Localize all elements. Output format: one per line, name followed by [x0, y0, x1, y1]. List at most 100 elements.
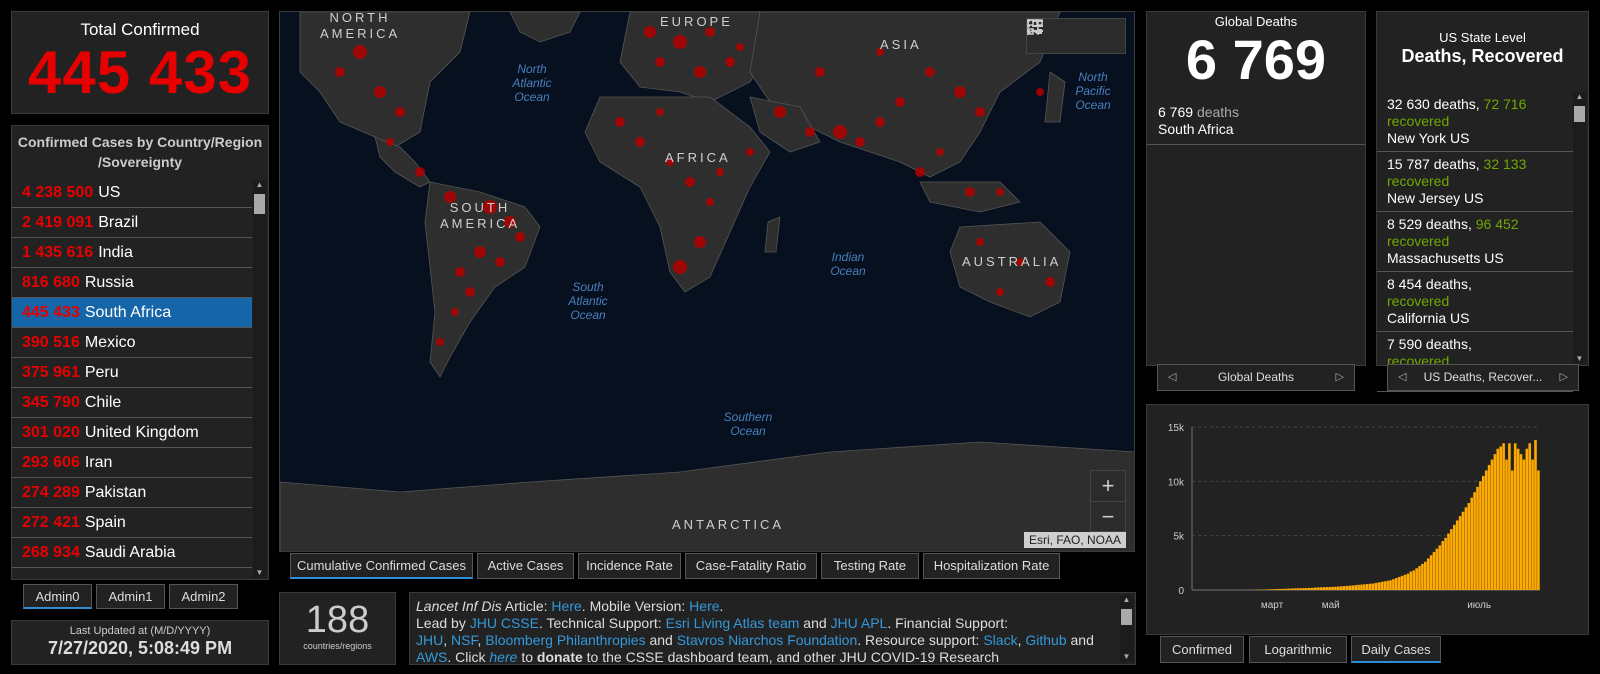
country-row[interactable]: 2 419 091 Brazil [12, 208, 252, 238]
case-marker[interactable] [805, 127, 815, 137]
scroll-thumb[interactable] [1574, 106, 1585, 122]
country-row[interactable]: 4 238 500 US [12, 178, 252, 208]
esri-link[interactable]: Esri Living Atlas team [666, 615, 800, 631]
case-marker[interactable] [644, 26, 656, 38]
case-marker[interactable] [673, 260, 687, 274]
case-marker[interactable] [915, 167, 925, 177]
case-marker[interactable] [335, 67, 345, 77]
tab-hospitalization-rate[interactable]: Hospitalization Rate [923, 553, 1060, 579]
aws-link[interactable]: AWS [416, 649, 447, 665]
daily-cases-chart[interactable]: 0 5k 10k 15k март май июль [1146, 404, 1589, 635]
case-marker[interactable] [694, 236, 706, 248]
tab-case-fatality-ratio[interactable]: Case-Fatality Ratio [685, 553, 817, 579]
case-marker[interactable] [965, 187, 975, 197]
case-marker[interactable] [736, 43, 744, 51]
case-marker[interactable] [374, 86, 386, 98]
case-marker[interactable] [706, 198, 714, 206]
tab-incidence-rate[interactable]: Incidence Rate [578, 553, 681, 579]
case-marker[interactable] [1045, 277, 1055, 287]
tab-admin1[interactable]: Admin1 [96, 584, 165, 609]
case-marker[interactable] [815, 67, 825, 77]
scroll-up-icon[interactable]: ▲ [1120, 595, 1133, 605]
case-marker[interactable] [875, 117, 885, 127]
country-row[interactable]: 272 421 Spain [12, 508, 252, 538]
bloomberg-link[interactable]: Bloomberg Philanthropies [485, 632, 645, 648]
country-list-scrollbar[interactable]: ▲ ▼ [253, 180, 266, 578]
case-marker[interactable] [694, 66, 706, 78]
case-marker[interactable] [895, 97, 905, 107]
case-marker[interactable] [415, 167, 425, 177]
scroll-thumb[interactable] [254, 194, 265, 214]
case-marker[interactable] [656, 108, 664, 116]
case-marker[interactable] [996, 288, 1004, 296]
case-marker[interactable] [474, 246, 486, 258]
case-marker[interactable] [673, 35, 687, 49]
case-marker[interactable] [495, 257, 505, 267]
jhu-csse-link[interactable]: JHU CSSE [470, 615, 539, 631]
case-marker[interactable] [685, 177, 695, 187]
us-state-scrollbar[interactable]: ▲ ▼ [1573, 92, 1586, 364]
case-marker[interactable] [386, 138, 394, 146]
country-row[interactable]: 1 435 616 India [12, 238, 252, 268]
zoom-out-button[interactable]: − [1091, 502, 1125, 532]
case-marker[interactable] [954, 86, 966, 98]
tab-active-cases[interactable]: Active Cases [477, 553, 574, 579]
scroll-up-icon[interactable]: ▲ [253, 180, 266, 190]
case-marker[interactable] [515, 232, 525, 242]
case-marker[interactable] [395, 107, 405, 117]
scroll-down-icon[interactable]: ▼ [253, 568, 266, 578]
scroll-down-icon[interactable]: ▼ [1573, 354, 1586, 364]
tab-daily-cases[interactable]: Daily Cases [1351, 636, 1441, 663]
github-link[interactable]: Github [1025, 632, 1066, 648]
tab-admin2[interactable]: Admin2 [169, 584, 238, 609]
country-row[interactable]: 375 961 Peru [12, 358, 252, 388]
us-state-row[interactable]: 15 787 deaths, 32 133 recovered New Jersey… [1377, 152, 1573, 212]
stavros-link[interactable]: Stavros Niarchos Foundation [677, 632, 858, 648]
country-row[interactable]: 390 516 Mexico [12, 328, 252, 358]
case-marker[interactable] [833, 125, 847, 139]
slack-link[interactable]: Slack [983, 632, 1017, 648]
tab-cumulative-confirmed[interactable]: Cumulative Confirmed Cases [290, 553, 473, 579]
case-marker[interactable] [635, 137, 645, 147]
case-marker[interactable] [996, 188, 1004, 196]
country-row[interactable]: 293 606 Iran [12, 448, 252, 478]
scroll-up-icon[interactable]: ▲ [1573, 92, 1586, 102]
next-arrow-icon[interactable]: ▷ [1560, 365, 1568, 390]
nsf-link[interactable]: NSF [451, 632, 477, 648]
country-row[interactable]: 445 433 South Africa [12, 298, 252, 328]
case-marker[interactable] [746, 148, 754, 156]
tab-admin0[interactable]: Admin0 [23, 584, 92, 609]
country-row[interactable]: 816 680 Russia [12, 268, 252, 298]
us-state-row[interactable]: 8 454 deaths, recovered California US [1377, 272, 1573, 332]
case-marker[interactable] [615, 117, 625, 127]
case-marker[interactable] [655, 57, 665, 67]
case-marker[interactable] [716, 168, 724, 176]
jhu-link[interactable]: JHU [416, 632, 443, 648]
case-marker[interactable] [976, 238, 984, 246]
case-marker[interactable] [455, 267, 465, 277]
country-row[interactable]: 268 934 Saudi Arabia [12, 538, 252, 568]
next-arrow-icon[interactable]: ▷ [1336, 365, 1344, 390]
tab-confirmed[interactable]: Confirmed [1160, 636, 1244, 663]
us-state-row[interactable]: 32 630 deaths, 72 716 recovered New York U… [1377, 92, 1573, 152]
jhu-apl-link[interactable]: JHU APL [831, 615, 888, 631]
case-marker[interactable] [774, 106, 786, 118]
case-marker[interactable] [451, 308, 459, 316]
info-scrollbar[interactable]: ▲ ▼ [1120, 595, 1133, 662]
prev-arrow-icon[interactable]: ◁ [1168, 365, 1176, 390]
us-state-row[interactable]: 8 529 deaths, 96 452 recovered Massachuset… [1377, 212, 1573, 272]
case-marker[interactable] [465, 287, 475, 297]
article-link[interactable]: Here [551, 598, 581, 614]
case-marker[interactable] [925, 67, 935, 77]
scroll-down-icon[interactable]: ▼ [1120, 652, 1133, 662]
mobile-version-link[interactable]: Here [689, 598, 719, 614]
case-marker[interactable] [1036, 88, 1044, 96]
case-marker[interactable] [975, 107, 985, 117]
case-marker[interactable] [725, 57, 735, 67]
country-row[interactable]: 345 790 Chile [12, 388, 252, 418]
zoom-in-button[interactable]: + [1091, 471, 1125, 502]
tab-logarithmic[interactable]: Logarithmic [1249, 636, 1347, 663]
tab-testing-rate[interactable]: Testing Rate [821, 553, 919, 579]
country-row[interactable]: 274 289 Pakistan [12, 478, 252, 508]
case-marker[interactable] [936, 148, 944, 156]
